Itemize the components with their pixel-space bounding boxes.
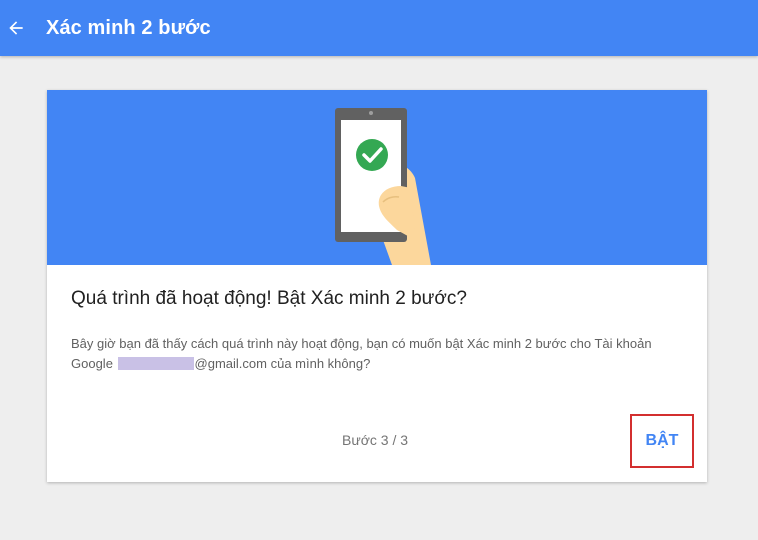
turn-on-button[interactable]: BẬT [630,414,694,468]
app-bar: Xác minh 2 bước [0,0,758,56]
email-suffix: @gmail.com [194,356,267,371]
card-description: Bây giờ bạn đã thấy cách quá trình này h… [71,334,681,374]
page-title: Xác minh 2 bước [46,16,211,39]
redacted-email [117,357,194,370]
card-heading: Quá trình đã hoạt động! Bật Xác minh 2 b… [71,288,467,309]
step-indicator: Bước 3 / 3 [342,432,409,448]
hero-illustration [47,90,707,265]
back-button[interactable] [2,14,30,42]
confirmation-card: Quá trình đã hoạt động! Bật Xác minh 2 b… [47,90,707,482]
phone-check-icon [335,108,431,265]
description-text-end: của mình không? [266,356,371,371]
arrow-back-icon [9,21,23,35]
